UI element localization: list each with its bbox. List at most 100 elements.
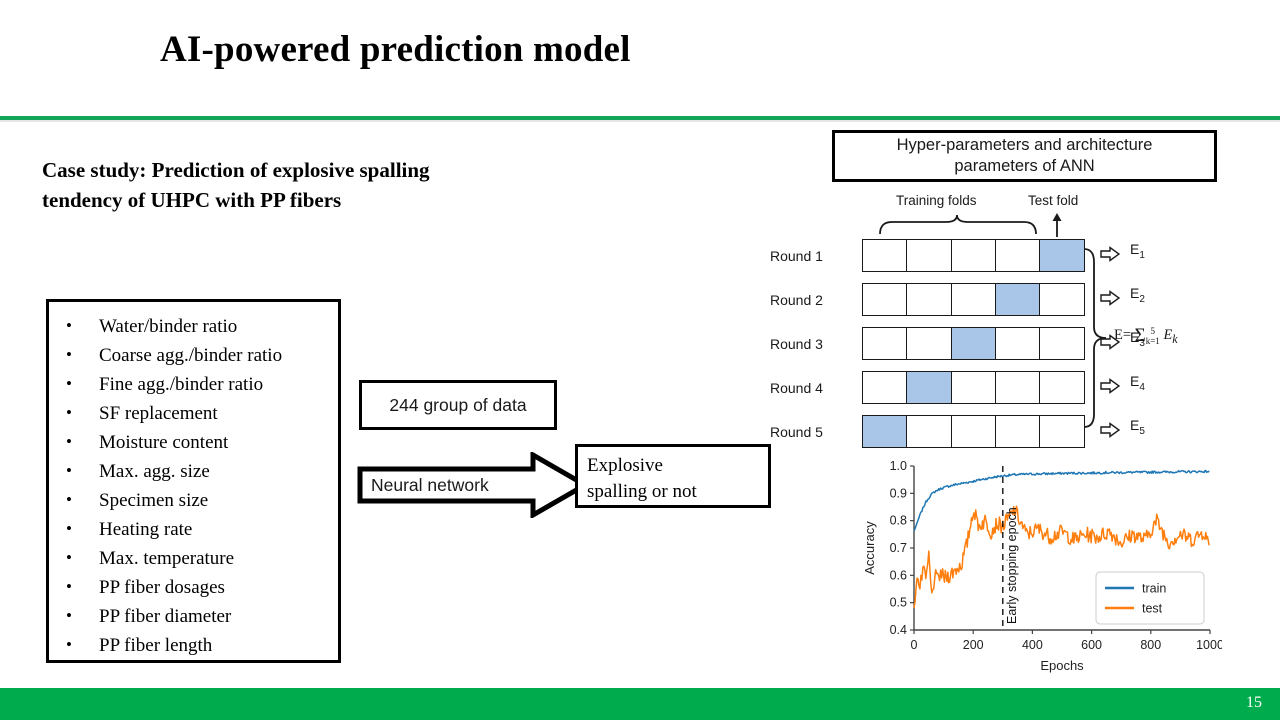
y-tick-label: 0.4	[890, 623, 907, 637]
neural-network-label-wrap: Neural network	[371, 463, 541, 507]
y-axis-label: Accuracy	[862, 521, 877, 575]
cv-training-fold-cell	[994, 415, 1041, 448]
hyper-parameters-box: Hyper-parameters and architecture parame…	[832, 130, 1217, 182]
output-line-1: Explosive	[587, 455, 663, 476]
cv-training-fold-cell	[950, 283, 997, 316]
list-item: Max. agg. size	[49, 456, 338, 486]
list-item: PP fiber length	[49, 630, 338, 660]
training-folds-caption: Training folds	[896, 193, 977, 208]
list-item: Fine agg./binder ratio	[49, 369, 338, 399]
list-item: Water/binder ratio	[49, 311, 338, 341]
cv-round-row: Round 3 E3	[770, 327, 1145, 360]
input-features-box: Water/binder ratioCoarse agg./binder rat…	[46, 299, 341, 663]
cv-training-fold-cell	[994, 239, 1041, 272]
cv-test-fold-cell	[862, 415, 908, 448]
y-tick-label: 0.6	[890, 568, 907, 582]
cv-training-fold-cell	[950, 415, 997, 448]
list-item: Coarse agg./binder ratio	[49, 340, 338, 370]
x-tick-label: 1000	[1196, 638, 1222, 652]
cv-training-fold-cell	[906, 239, 953, 272]
list-item: SF replacement	[49, 398, 338, 428]
formula-upper: 5	[1150, 325, 1156, 336]
cv-round-label: Round 5	[770, 423, 823, 440]
page-title: AI-powered prediction model	[160, 29, 631, 70]
cv-round-row: Round 4 E4	[770, 371, 1145, 404]
cv-training-fold-cell	[1039, 371, 1085, 404]
case-study-line-2: tendency of UHPC with PP fibers	[42, 188, 342, 212]
list-item: Moisture content	[49, 427, 338, 457]
x-tick-label: 0	[911, 638, 918, 652]
cv-training-fold-cell	[994, 327, 1041, 360]
cv-fold-cells	[862, 283, 1085, 316]
case-study-heading: Case study: Prediction of explosive spal…	[42, 155, 622, 215]
list-item: Max. temperature	[49, 543, 338, 573]
slide-number: 15	[1246, 694, 1262, 711]
accuracy-chart: 0.4 0.5 0.6 0.7 0.8 0.9 1.0 0 200 400 600 800 1000 Ep…	[862, 452, 1222, 680]
cv-training-fold-cell	[906, 327, 953, 360]
cv-round-label: Round 4	[770, 379, 823, 396]
cv-fold-cells	[862, 371, 1085, 404]
cv-round-label: Round 3	[770, 335, 823, 352]
cv-training-fold-cell	[906, 415, 953, 448]
cv-training-fold-cell	[994, 371, 1041, 404]
error-aggregate-brace-icon	[1082, 248, 1108, 428]
case-study-line-1: Case study: Prediction of explosive spal…	[42, 158, 430, 182]
output-line-2: spalling or not	[587, 481, 697, 502]
cv-test-fold-cell	[1039, 239, 1085, 272]
cv-round-label: Round 2	[770, 291, 823, 308]
test-fold-caption: Test fold	[1028, 193, 1079, 208]
error-term-label: E2	[1130, 285, 1145, 305]
title-divider-shadow	[0, 120, 1280, 122]
cv-training-fold-cell	[906, 283, 953, 316]
formula-lhs: E=	[1114, 327, 1132, 343]
neural-network-label: Neural network	[371, 474, 489, 495]
input-features-list: Water/binder ratioCoarse agg./binder rat…	[49, 302, 338, 660]
list-item: PP fiber dosages	[49, 572, 338, 602]
footer-bar	[0, 688, 1280, 720]
hyper-parameters-line-1: Hyper-parameters and architecture	[896, 136, 1153, 154]
cv-training-fold-cell	[862, 327, 908, 360]
y-tick-label: 0.9	[890, 486, 907, 500]
formula-lower: k=1	[1145, 335, 1160, 346]
cv-training-fold-cell	[950, 239, 997, 272]
cv-fold-cells	[862, 239, 1085, 272]
cv-training-fold-cell	[862, 371, 908, 404]
error-term-label: E4	[1130, 373, 1145, 393]
cv-training-fold-cell	[862, 283, 908, 316]
cv-round-row: Round 1 E1	[770, 239, 1145, 272]
list-item: PP fiber diameter	[49, 601, 338, 631]
x-tick-label: 400	[1022, 638, 1043, 652]
early-stopping-annotation: Early stopping epoch	[1005, 507, 1019, 624]
slide: AI-powered prediction model Case study: …	[0, 0, 1280, 720]
cv-round-label: Round 1	[770, 247, 823, 264]
test-fold-arrow-icon	[1050, 213, 1064, 237]
hyper-parameters-line-2: parameters of ANN	[954, 157, 1095, 175]
x-tick-label: 200	[963, 638, 984, 652]
error-term-label: E1	[1130, 241, 1145, 261]
cv-training-fold-cell	[1039, 283, 1085, 316]
cross-validation-diagram: Training folds Test fold Round 1 E1 Round …	[770, 193, 1280, 448]
y-tick-label: 0.7	[890, 541, 907, 555]
error-term-label: E5	[1130, 417, 1145, 437]
training-folds-brace-icon	[878, 214, 1038, 235]
data-count-label: 244 group of data	[389, 394, 527, 415]
y-tick-label: 0.8	[890, 514, 907, 528]
cv-fold-cells	[862, 415, 1085, 448]
chart-series-train	[913, 469, 1210, 532]
y-tick-label: 1.0	[890, 459, 907, 473]
cv-training-fold-cell	[950, 371, 997, 404]
legend-label-train: train	[1142, 582, 1166, 596]
list-item: Specimen size	[49, 485, 338, 515]
cv-training-fold-cell	[862, 239, 908, 272]
cv-training-fold-cell	[1039, 415, 1085, 448]
x-tick-label: 800	[1140, 638, 1161, 652]
formula-term-sub: k	[1172, 331, 1178, 346]
legend-label-test: test	[1142, 602, 1163, 616]
x-tick-label: 600	[1081, 638, 1102, 652]
formula-sigma: Σ	[1134, 325, 1146, 346]
cv-fold-cells	[862, 327, 1085, 360]
cv-round-row: Round 2 E2	[770, 283, 1145, 316]
data-count-box: 244 group of data	[359, 380, 557, 430]
list-item: Heating rate	[49, 514, 338, 544]
error-sum-formula: E= Σ 5 k=1 Ek	[1114, 325, 1178, 347]
